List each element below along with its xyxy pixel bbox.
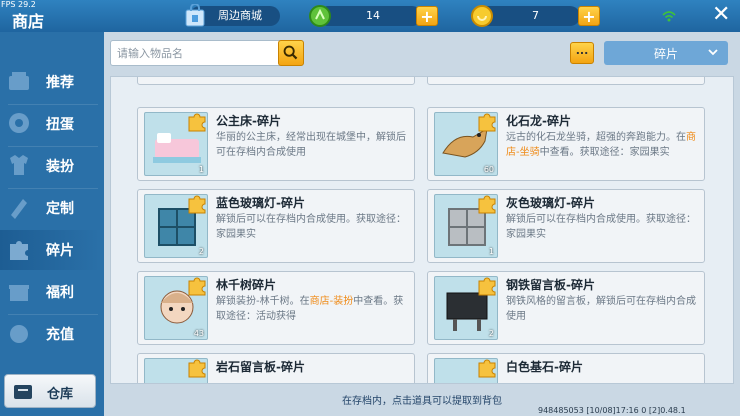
add-green-currency-button[interactable]: +	[416, 6, 438, 26]
warehouse-label: 仓库	[47, 387, 74, 402]
item-title: 公主床-碎片	[216, 114, 281, 128]
search-box	[110, 40, 304, 66]
sidebar-item-custom[interactable]: 定制	[0, 188, 100, 228]
puzzle-icon	[188, 195, 206, 214]
item-thumbnail: 1	[434, 194, 498, 258]
puzzle-icon	[478, 195, 496, 214]
list-item[interactable]: 白色基石-碎片	[427, 353, 705, 383]
sidebar-item-label: 定制	[46, 201, 74, 217]
outfit-icon	[10, 155, 28, 175]
list-item[interactable]: 2 钢铁留言板-碎片 钢铁风格的留言板，解锁后可在存档内合成使用	[427, 271, 705, 345]
item-title: 化石龙-碎片	[506, 114, 571, 128]
item-count: 1	[198, 165, 204, 174]
item-thumbnail	[144, 358, 208, 383]
search-button[interactable]	[278, 40, 304, 66]
item-list: 1 公主床-碎片 华丽的公主床，经常出现在城堡中，解锁后可在存档内合成使用 60…	[110, 76, 734, 384]
item-count: 2	[198, 247, 204, 256]
puzzle-icon	[188, 277, 206, 296]
list-item[interactable]: 2 蓝色玻璃灯-碎片 解锁后可以在存档内合成使用。获取途径：家园果实	[137, 189, 415, 263]
item-thumbnail: 60	[434, 112, 498, 176]
item-title: 蓝色玻璃灯-碎片	[216, 196, 305, 210]
list-item[interactable]	[137, 77, 415, 85]
chevron-down-icon	[708, 49, 718, 56]
warehouse-button[interactable]: 仓库	[4, 374, 96, 408]
custom-icon	[11, 199, 27, 219]
sidebar-item-label: 福利	[46, 285, 74, 301]
item-count: 43	[193, 329, 204, 338]
shopping-bag-icon	[185, 4, 205, 27]
item-count: 2	[488, 329, 494, 338]
item-thumbnail: 2	[434, 276, 498, 340]
list-item[interactable]: 43 林千树碎片 解锁装扮-林千树。在商店-装扮中查看。获取途径：活动获得	[137, 271, 415, 345]
gold-coin-icon	[471, 5, 493, 27]
sidebar: 推荐 扭蛋 装扮 定制 碎片 福利 充值	[0, 58, 100, 358]
sidebar-item-label: 扭蛋	[46, 117, 74, 133]
list-item[interactable]: 岩石留言板-碎片	[137, 353, 415, 383]
gift-icon	[9, 285, 29, 301]
item-description: 远古的化石龙坐骑，超强的奔跑能力。在商店-坐骑中查看。获取途径：家园果实	[506, 132, 696, 158]
currency-green-pill: 14	[318, 6, 422, 26]
sidebar-item-welfare[interactable]: 福利	[0, 272, 100, 312]
item-description: 解锁后可以在存档内合成使用。获取途径：家园果实	[216, 214, 406, 240]
puzzle-icon	[188, 113, 206, 132]
recharge-icon	[10, 325, 28, 343]
main-panel: ... 碎片 1 公主床-碎片 华丽的公主床，经常出现在城堡中，解锁后可在存档内…	[104, 32, 740, 416]
currency-green-value: 14	[366, 9, 380, 22]
sidebar-item-label: 装扮	[46, 159, 74, 175]
list-item[interactable]: 1 灰色玻璃灯-碎片 解锁后可以在存档内合成使用。获取途径：家园果实	[427, 189, 705, 263]
item-description: 钢铁风格的留言板，解锁后可在存档内合成使用	[506, 296, 696, 322]
list-item[interactable]: 1 公主床-碎片 华丽的公主床，经常出现在城堡中，解锁后可在存档内合成使用	[137, 107, 415, 181]
item-title: 钢铁留言板-碎片	[506, 278, 595, 292]
item-title: 白色基石-碎片	[506, 360, 583, 374]
bottom-tip: 在存档内，点击道具可以提取到背包	[342, 396, 502, 407]
item-title: 林千树碎片	[216, 278, 277, 292]
top-bar: FPS 29.2 商店 周边商城>> 14 + 7 + ✕	[0, 0, 740, 42]
green-coin-icon	[309, 5, 331, 27]
recommend-icon	[9, 72, 29, 90]
sidebar-item-recommend[interactable]: 推荐	[0, 62, 100, 102]
item-thumbnail	[434, 358, 498, 383]
shop-link[interactable]: 商店-装扮	[310, 296, 354, 307]
search-icon	[283, 45, 298, 60]
item-title: 岩石留言板-碎片	[216, 360, 305, 374]
currency-gold-value: 7	[532, 9, 539, 22]
puzzle-icon	[188, 359, 206, 378]
add-gold-currency-button[interactable]: +	[578, 6, 600, 26]
item-title: 灰色玻璃灯-碎片	[506, 196, 595, 210]
warehouse-icon	[14, 385, 32, 399]
item-thumbnail: 1	[144, 112, 208, 176]
sidebar-item-outfit[interactable]: 装扮	[0, 146, 100, 186]
item-count: 1	[488, 247, 494, 256]
list-item[interactable]	[427, 77, 705, 85]
sidebar-item-fragment[interactable]: 碎片	[0, 230, 100, 270]
footer-info: 948485053 [10/08]17:16 0 [2]0.48.1	[538, 406, 686, 415]
sidebar-item-label: 推荐	[46, 75, 74, 91]
sidebar-item-label: 碎片	[46, 243, 74, 259]
item-count: 60	[483, 165, 494, 174]
puzzle-icon	[478, 277, 496, 296]
gacha-icon	[9, 113, 29, 133]
list-item[interactable]: 60 化石龙-碎片 远古的化石龙坐骑，超强的奔跑能力。在商店-坐骑中查看。获取途…	[427, 107, 705, 181]
page-title: 商店	[12, 12, 45, 31]
item-description: 华丽的公主床，经常出现在城堡中，解锁后可在存档内合成使用	[216, 132, 406, 158]
sidebar-item-gacha[interactable]: 扭蛋	[0, 104, 100, 144]
item-thumbnail: 2	[144, 194, 208, 258]
item-thumbnail: 43	[144, 276, 208, 340]
search-input[interactable]	[111, 41, 271, 65]
dropdown-selected: 碎片	[654, 47, 679, 61]
puzzle-icon	[478, 359, 496, 378]
sidebar-item-recharge[interactable]: 充值	[0, 314, 100, 354]
category-dropdown[interactable]: 碎片	[604, 41, 728, 65]
item-description: 解锁后可以在存档内合成使用。获取途径：家园果实	[506, 214, 696, 240]
more-options-button[interactable]: ...	[570, 42, 594, 64]
wifi-icon	[662, 11, 676, 22]
sidebar-item-label: 充值	[46, 327, 74, 343]
item-description: 解锁装扮-林千树。在商店-装扮中查看。获取途径：活动获得	[216, 296, 404, 322]
puzzle-icon	[478, 113, 496, 132]
fragment-icon	[10, 241, 28, 260]
close-button[interactable]: ✕	[712, 3, 730, 27]
